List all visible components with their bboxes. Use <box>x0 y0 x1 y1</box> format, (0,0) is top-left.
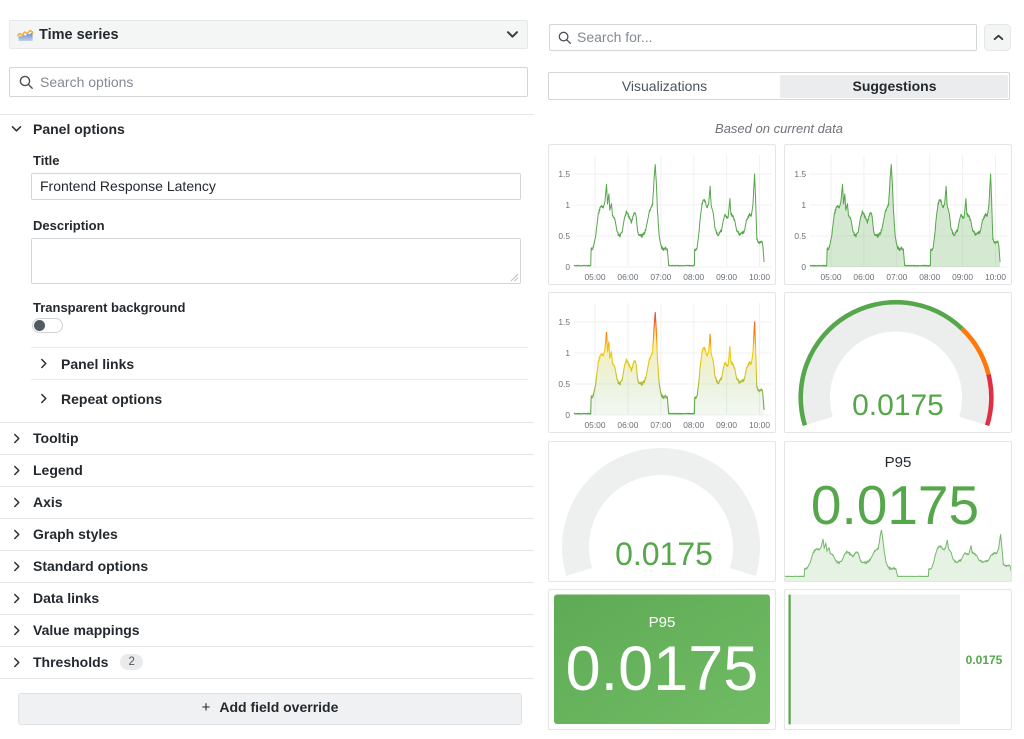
svg-text:1.5: 1.5 <box>794 169 806 179</box>
svg-text:1.5: 1.5 <box>558 169 570 179</box>
svg-text:09:00: 09:00 <box>716 420 737 430</box>
svg-text:0: 0 <box>801 262 806 272</box>
svg-text:0.0175: 0.0175 <box>966 653 1003 667</box>
svg-text:0.0175: 0.0175 <box>615 536 713 572</box>
svg-text:08:00: 08:00 <box>683 420 704 430</box>
svg-text:06:00: 06:00 <box>617 420 638 430</box>
svg-text:1.5: 1.5 <box>558 317 570 327</box>
svg-text:09:00: 09:00 <box>952 272 973 282</box>
svg-text:0.5: 0.5 <box>558 379 570 389</box>
svg-text:05:00: 05:00 <box>821 272 842 282</box>
svg-text:05:00: 05:00 <box>585 272 606 282</box>
svg-text:0: 0 <box>565 262 570 272</box>
svg-text:05:00: 05:00 <box>585 420 606 430</box>
svg-text:09:00: 09:00 <box>716 272 737 282</box>
svg-text:10:00: 10:00 <box>749 272 770 282</box>
svg-text:1: 1 <box>565 200 570 210</box>
svg-text:07:00: 07:00 <box>886 272 907 282</box>
svg-text:0: 0 <box>565 410 570 420</box>
svg-text:0.5: 0.5 <box>794 231 806 241</box>
svg-text:08:00: 08:00 <box>683 272 704 282</box>
svg-text:P95: P95 <box>649 614 676 631</box>
svg-text:1: 1 <box>565 348 570 358</box>
svg-text:1: 1 <box>801 200 806 210</box>
svg-text:07:00: 07:00 <box>650 272 671 282</box>
svg-text:10:00: 10:00 <box>985 272 1006 282</box>
svg-text:08:00: 08:00 <box>919 272 940 282</box>
svg-text:06:00: 06:00 <box>853 272 874 282</box>
svg-text:0.0175: 0.0175 <box>566 634 759 704</box>
svg-text:10:00: 10:00 <box>749 420 770 430</box>
svg-text:06:00: 06:00 <box>617 272 638 282</box>
svg-text:07:00: 07:00 <box>650 420 671 430</box>
svg-text:P95: P95 <box>885 454 912 471</box>
svg-text:0.0175: 0.0175 <box>811 474 979 536</box>
svg-text:0.0175: 0.0175 <box>852 389 944 422</box>
svg-text:0.5: 0.5 <box>558 231 570 241</box>
